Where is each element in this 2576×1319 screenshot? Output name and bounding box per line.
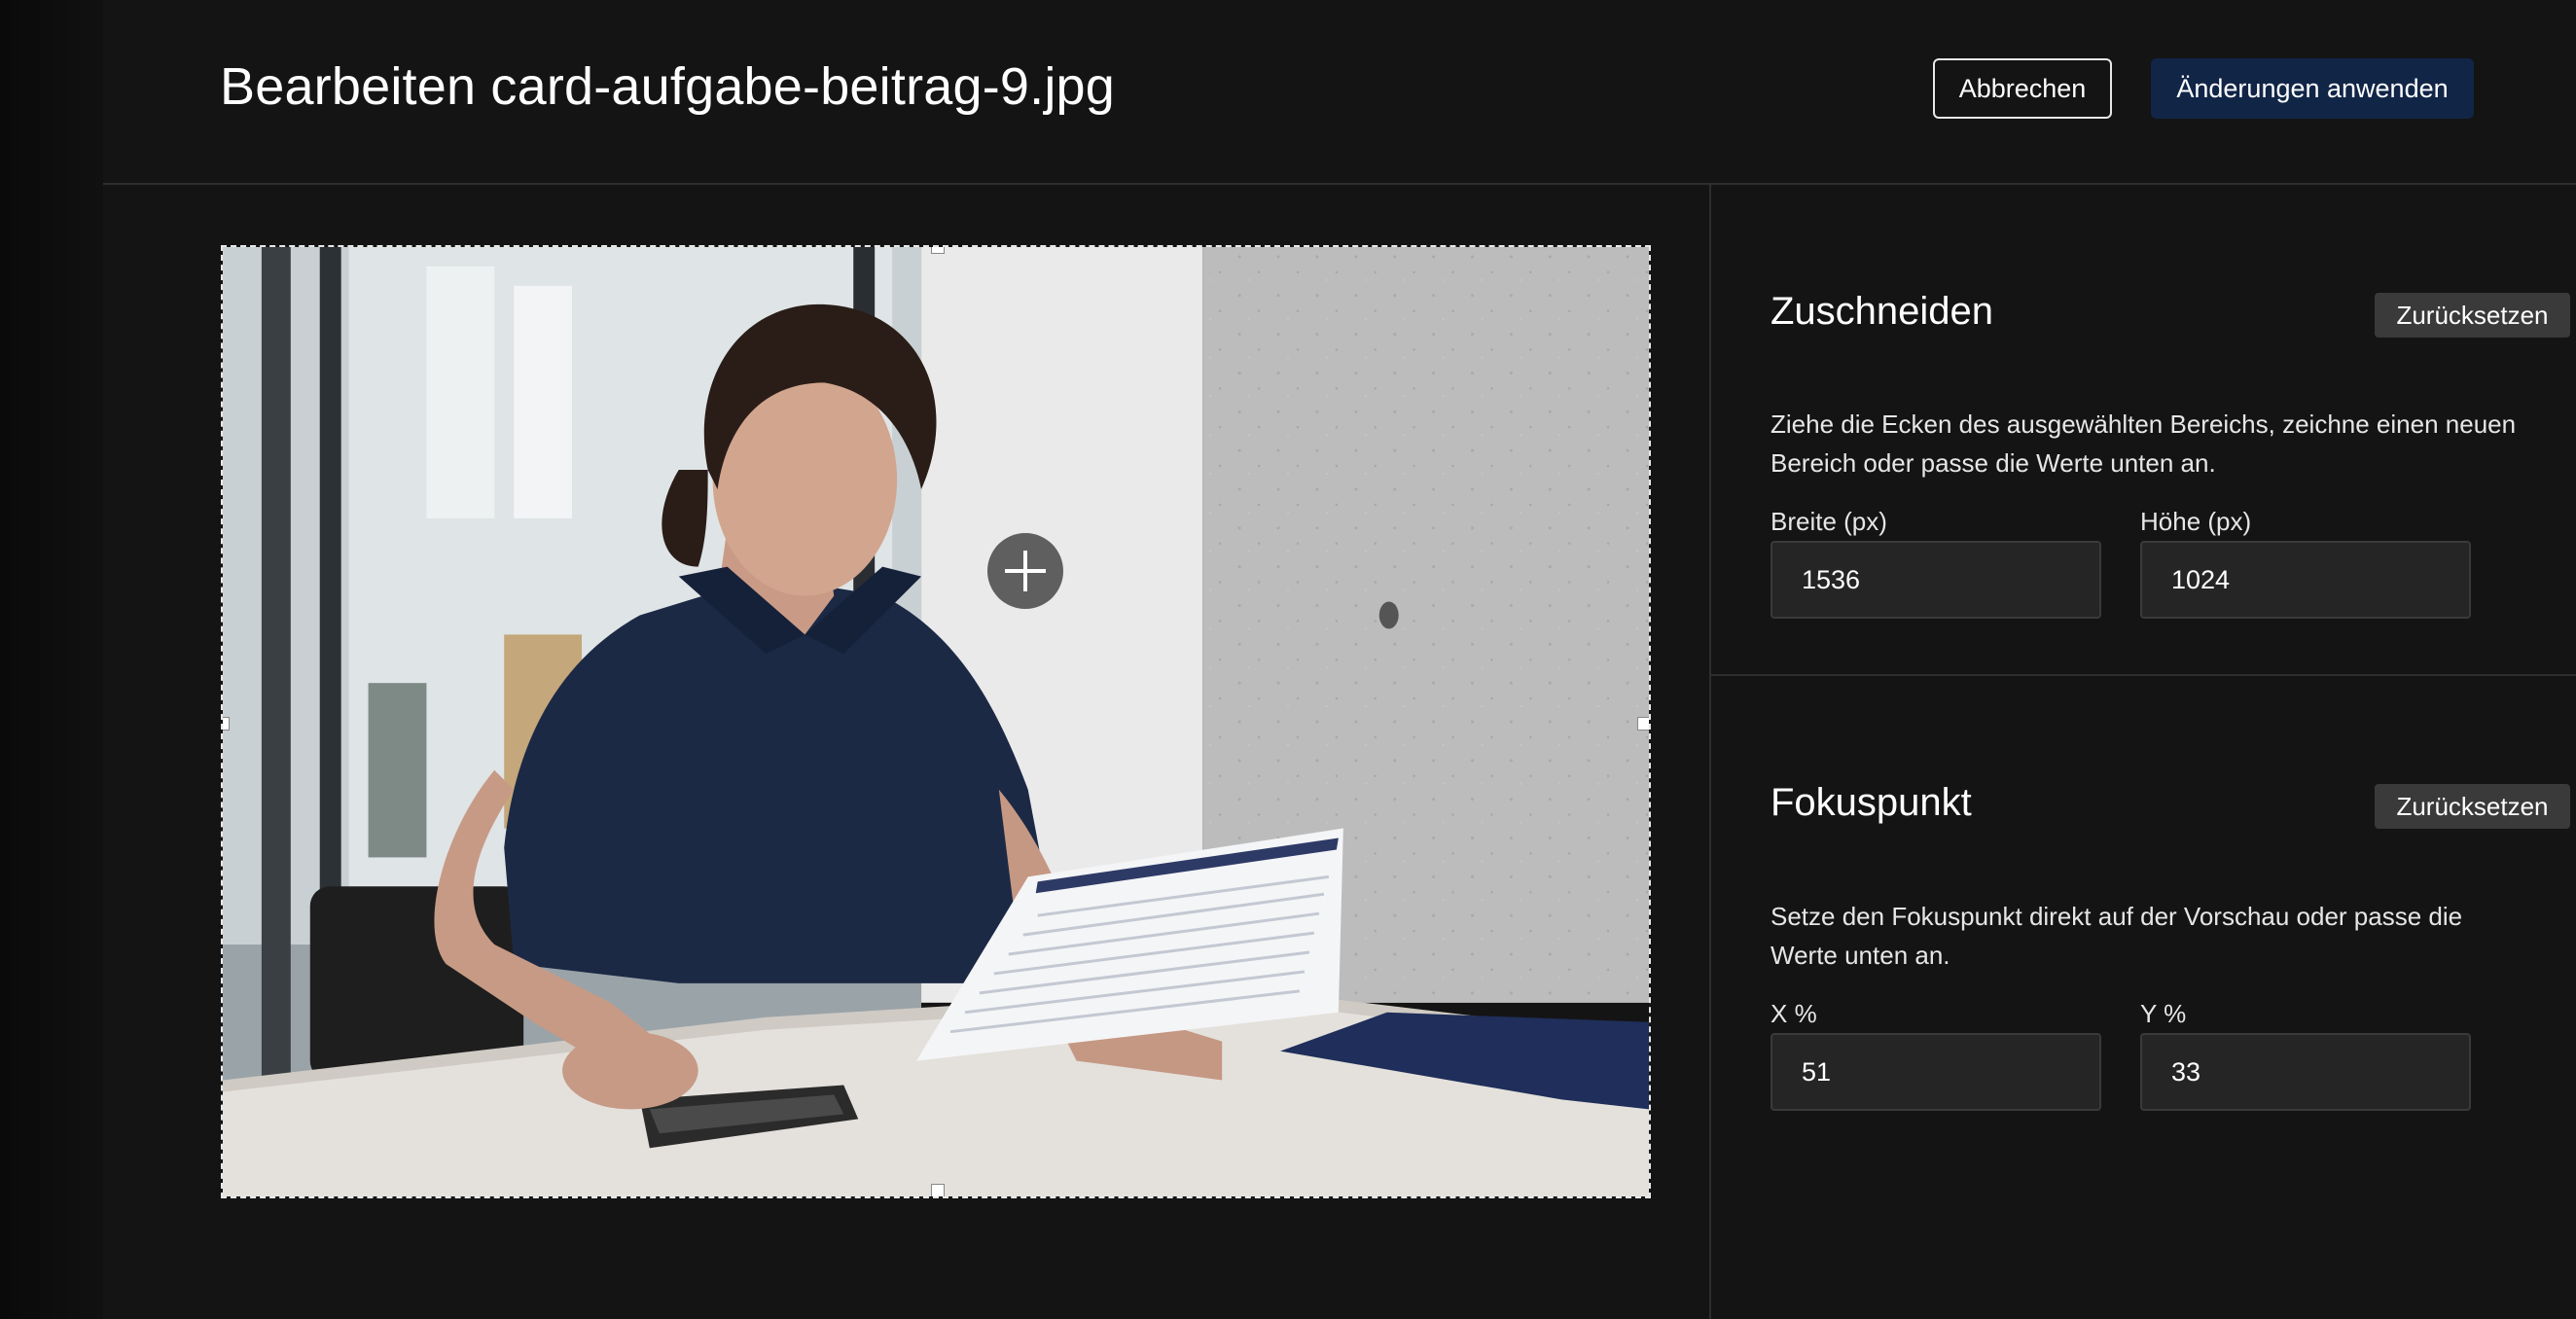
modal-header: Bearbeiten card-aufgabe-beitrag-9.jpg Ab… xyxy=(103,0,2576,185)
width-label: Breite (px) xyxy=(1771,507,1887,536)
image-edit-modal: Bearbeiten card-aufgabe-beitrag-9.jpg Ab… xyxy=(103,0,2576,1319)
modal-title: Bearbeiten card-aufgabe-beitrag-9.jpg xyxy=(220,57,1115,116)
settings-sidebar: Zuschneiden Zurücksetzen Ziehe die Ecken… xyxy=(1711,185,2576,1319)
crop-section-title: Zuschneiden xyxy=(1771,290,1994,333)
crop-reset-button[interactable]: Zurücksetzen xyxy=(2375,293,2570,338)
height-input[interactable] xyxy=(2140,541,2471,619)
focus-section-title: Fokuspunkt xyxy=(1771,781,1972,824)
crop-description: Ziehe die Ecken des ausgewählten Bereich… xyxy=(1771,410,2517,478)
focus-point-marker[interactable] xyxy=(987,533,1063,609)
crop-handle-right[interactable] xyxy=(1637,717,1649,731)
crop-handle-left[interactable] xyxy=(223,717,230,731)
crop-section: Zuschneiden Zurücksetzen Ziehe die Ecken… xyxy=(1711,185,2576,676)
preview-image xyxy=(223,247,1649,1196)
focus-reset-button[interactable]: Zurücksetzen xyxy=(2375,784,2570,829)
image-editor-area xyxy=(103,185,1711,1319)
x-percent-label: X % xyxy=(1771,999,1817,1028)
cancel-button[interactable]: Abbrechen xyxy=(1933,58,2112,119)
apply-changes-button[interactable]: Änderungen anwenden xyxy=(2151,58,2474,119)
focus-section: Fokuspunkt Zurücksetzen Setze den Fokusp… xyxy=(1711,676,2576,1319)
y-percent-label: Y % xyxy=(2140,999,2187,1028)
focus-description: Setze den Fokuspunkt direkt auf der Vors… xyxy=(1771,902,2463,970)
page-backdrop xyxy=(0,0,103,1319)
x-percent-input[interactable] xyxy=(1771,1033,2101,1111)
crop-selection[interactable] xyxy=(221,245,1651,1198)
y-percent-input[interactable] xyxy=(2140,1033,2471,1111)
width-input[interactable] xyxy=(1771,541,2101,619)
height-label: Höhe (px) xyxy=(2140,507,2252,536)
crop-handle-bottom[interactable] xyxy=(931,1184,945,1196)
crop-handle-top[interactable] xyxy=(931,247,945,254)
